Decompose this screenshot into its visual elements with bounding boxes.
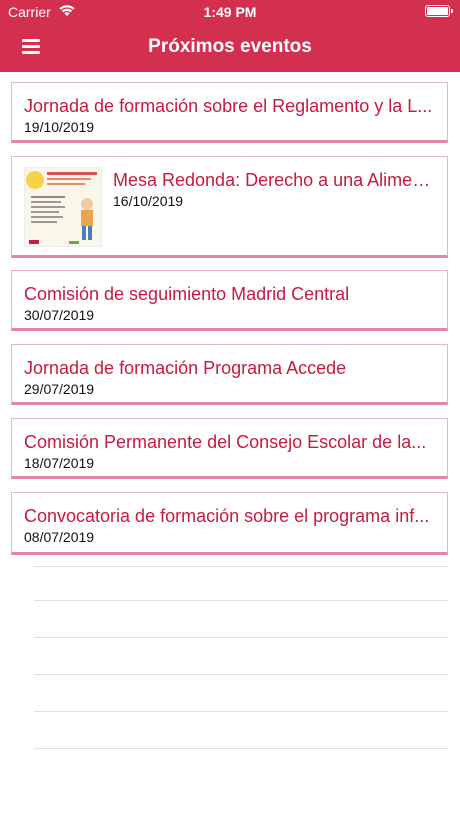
event-title: Jornada de formación sobre el Reglamento… (24, 96, 433, 116)
event-title: Convocatoria de formación sobre el progr… (24, 506, 430, 526)
event-title: Comisión de seguimiento Madrid Central (24, 284, 350, 304)
empty-row-separator (34, 566, 448, 567)
event-date: 30/07/2019 (24, 307, 95, 323)
event-card[interactable]: Mesa Redonda: Derecho a una Alimen... 16… (11, 156, 448, 258)
status-bar: Carrier 1:49 PM (0, 0, 460, 24)
event-date: 16/10/2019 (113, 193, 184, 209)
status-time: 1:49 PM (203, 4, 257, 20)
empty-row-separator (34, 748, 448, 749)
event-date: 18/07/2019 (24, 455, 95, 471)
event-date: 08/07/2019 (24, 529, 95, 545)
event-title: Comisión Permanente del Consejo Escolar … (24, 432, 427, 452)
empty-row-separator (34, 674, 448, 675)
event-date: 19/10/2019 (24, 119, 95, 135)
event-date: 29/07/2019 (24, 381, 95, 397)
event-card[interactable]: Jornada de formación Programa Accede 29/… (11, 344, 448, 405)
event-title: Mesa Redonda: Derecho a una Alimen... (113, 170, 437, 190)
page-title: Próximos eventos (148, 36, 312, 57)
event-card[interactable]: Comisión Permanente del Consejo Escolar … (11, 418, 448, 479)
event-title: Jornada de formación Programa Accede (24, 358, 347, 378)
event-card[interactable]: Convocatoria de formación sobre el progr… (11, 492, 448, 555)
empty-row-separator (34, 637, 448, 638)
event-poster-image (24, 167, 102, 247)
empty-row-separator (34, 600, 448, 601)
event-card[interactable]: Comisión de seguimiento Madrid Central 3… (11, 270, 448, 331)
event-card[interactable]: Jornada de formación sobre el Reglamento… (11, 82, 448, 143)
empty-row-separator (34, 711, 448, 712)
battery-icon (425, 5, 453, 17)
app-header: Carrier 1:49 PM Próximos eventos (0, 0, 460, 72)
